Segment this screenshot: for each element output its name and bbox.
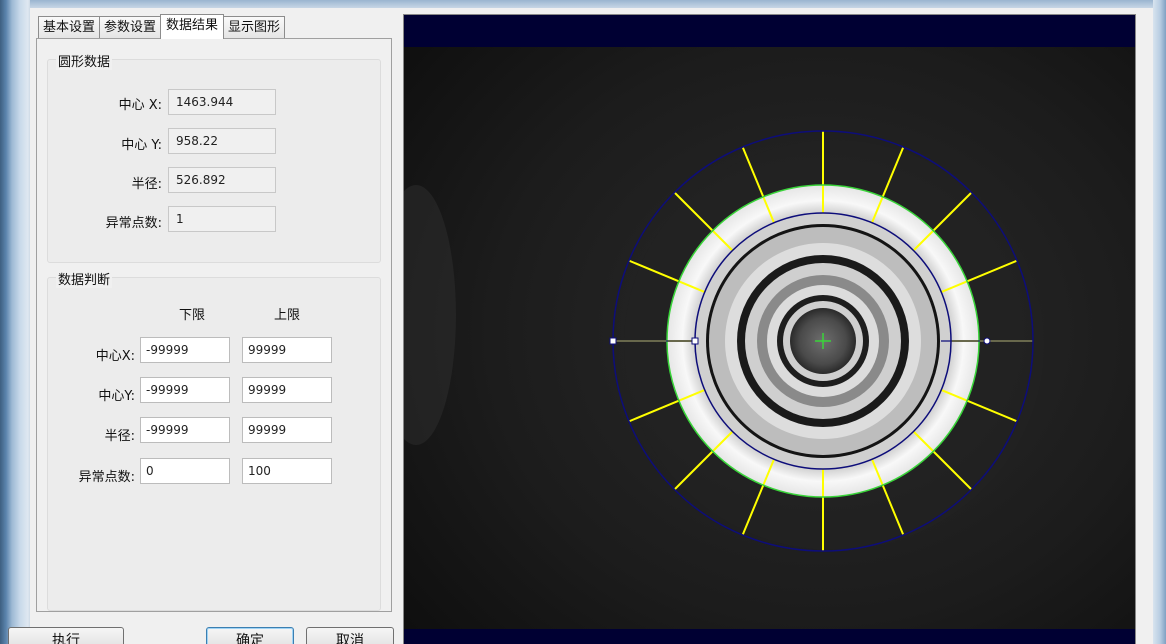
window-frame-left bbox=[0, 0, 30, 644]
image-canvas bbox=[404, 15, 1135, 644]
judge-anomaly-label: 异常点数: bbox=[78, 470, 135, 485]
center-x-value: 1463.944 bbox=[168, 89, 276, 115]
inner-radius-handle bbox=[691, 337, 699, 345]
tab-display-graphics[interactable]: 显示图形 bbox=[223, 16, 286, 38]
data-judgment-group: 数据判断 下限 上限 中心X: 中心Y: 半径: 异常点数: bbox=[47, 269, 381, 611]
tab-data-results[interactable]: 数据结果 bbox=[160, 14, 225, 39]
anomaly-lower-input[interactable] bbox=[140, 458, 230, 484]
dialog-client-area: 基本设置 参数设置 数据结果 显示图形 圆形数据 中心 X: 1463.944 … bbox=[8, 8, 1153, 644]
window-frame-top bbox=[0, 0, 1166, 8]
anomaly-count-value: 1 bbox=[168, 206, 276, 232]
center-x-upper-input[interactable] bbox=[242, 337, 332, 363]
cancel-button[interactable]: 取消 bbox=[306, 627, 394, 644]
judge-center-x-label: 中心X: bbox=[95, 349, 135, 364]
image-viewer[interactable] bbox=[403, 14, 1136, 644]
center-x-label: 中心 X: bbox=[118, 98, 162, 113]
radius-value: 526.892 bbox=[168, 167, 276, 193]
center-y-lower-input[interactable] bbox=[140, 377, 230, 403]
angle-handle bbox=[983, 337, 991, 345]
lower-limit-header: 下限 bbox=[179, 308, 206, 323]
radius-lower-input[interactable] bbox=[140, 417, 230, 443]
radius-label: 半径: bbox=[131, 177, 162, 192]
anomaly-count-label: 异常点数: bbox=[105, 216, 162, 231]
tab-parameter-settings[interactable]: 参数设置 bbox=[99, 16, 162, 38]
shape-data-group: 圆形数据 中心 X: 1463.944 中心 Y: 958.22 半径: 526… bbox=[47, 51, 381, 263]
center-y-upper-input[interactable] bbox=[242, 377, 332, 403]
execute-button[interactable]: 执行 bbox=[8, 627, 124, 644]
center-y-label: 中心 Y: bbox=[121, 138, 162, 153]
center-x-lower-input[interactable] bbox=[140, 337, 230, 363]
judge-radius-label: 半径: bbox=[104, 429, 135, 444]
viewer-bottom-band bbox=[404, 629, 1135, 644]
anomaly-upper-input[interactable] bbox=[242, 458, 332, 484]
data-judgment-title: 数据判断 bbox=[56, 269, 113, 288]
center-y-value: 958.22 bbox=[168, 128, 276, 154]
radius-upper-input[interactable] bbox=[242, 417, 332, 443]
tab-bar: 基本设置 参数设置 数据结果 显示图形 bbox=[38, 14, 286, 39]
upper-limit-header: 上限 bbox=[274, 308, 301, 323]
tab-panel-data-results: 圆形数据 中心 X: 1463.944 中心 Y: 958.22 半径: 526… bbox=[36, 38, 392, 612]
outer-radius-handle bbox=[609, 337, 617, 345]
shape-data-title: 圆形数据 bbox=[56, 51, 113, 70]
window-frame-right bbox=[1153, 0, 1166, 644]
tab-basic-settings[interactable]: 基本设置 bbox=[38, 16, 101, 38]
judge-center-y-label: 中心Y: bbox=[98, 389, 135, 404]
ok-button[interactable]: 确定 bbox=[206, 627, 294, 644]
viewer-top-band bbox=[404, 15, 1135, 47]
